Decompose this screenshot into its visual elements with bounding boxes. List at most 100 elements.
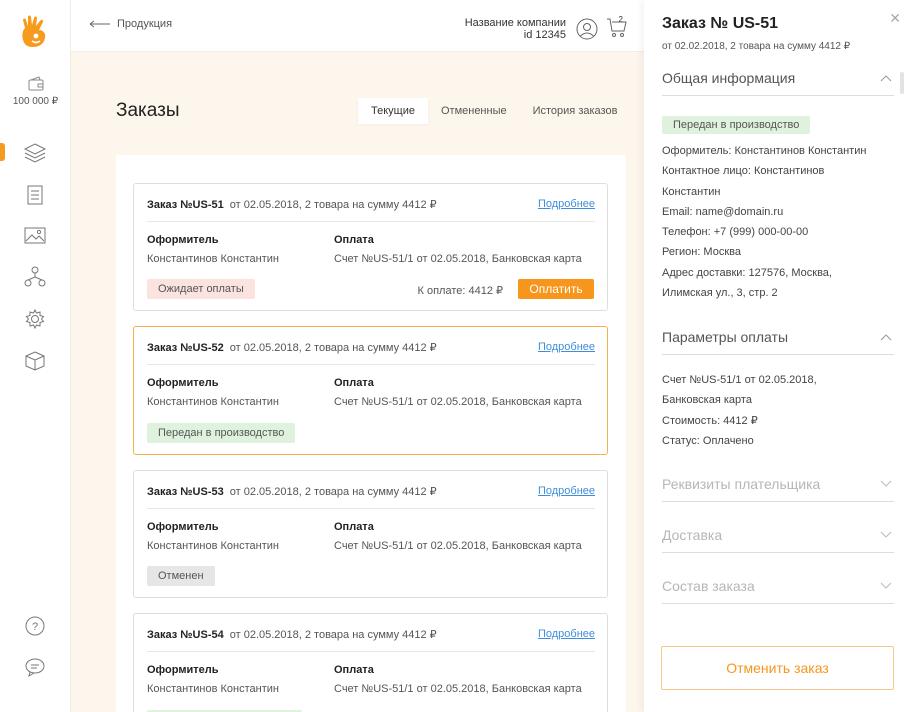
author-label: Оформитель [147,664,219,676]
cart-icon[interactable] [606,16,628,43]
chat-icon[interactable] [22,654,48,680]
author-label: Оформитель [147,234,219,246]
balance-amount: 100 000 ₽ [12,96,59,107]
cancel-order-button[interactable]: Отменить заказ [661,646,894,690]
order-card[interactable]: Заказ №US-52 от 02.05.2018, 2 товара на с… [133,326,608,455]
section-payer-details[interactable]: Реквизиты плательщика [662,474,894,502]
order-tabs: Текущие Отмененные История заказов [358,98,630,124]
author-value: Константинов Константин [147,540,279,552]
document-list-icon[interactable] [22,182,48,208]
order-meta: от 02.05.2018, 2 товара на сумму 4412 ₽ [229,486,437,498]
info-line: Email: name@domain.ru [662,205,784,218]
section-title: Состав заказа [662,578,755,594]
order-number: Заказ №US-53 [147,486,224,498]
author-value: Константинов Константин [147,683,279,695]
info-line: Статус: Оплачено [662,434,754,447]
payment-label: Оплата [334,664,374,676]
amount-to-pay: К оплате: 4412 ₽ [417,285,503,297]
order-header: Заказ №US-53 от 02.05.2018, 2 товара на с… [147,485,595,509]
section-general-info[interactable]: Общая информация [662,68,894,96]
info-line: Регион: Москва [662,246,741,259]
payment-label: Оплата [334,377,374,389]
section-title: Реквизиты плательщика [662,476,821,492]
tab-history[interactable]: История заказов [520,98,631,124]
help-icon[interactable]: ? [22,613,48,639]
author-column: Оформитель Константинов Константин [147,521,279,552]
details-link[interactable]: Подробнее [538,485,595,497]
structure-icon[interactable] [22,264,48,290]
info-line: Илимская ул., 3, стр. 2 [662,287,778,300]
back-link-label: Продукция [117,18,173,30]
close-icon[interactable]: ✕ [889,10,901,27]
author-label: Оформитель [147,377,219,389]
author-column: Оформитель Константинов Константин [147,234,279,265]
order-number: Заказ №US-52 [147,342,224,354]
orders-list: Заказ №US-51 от 02.05.2018, 2 товара на с… [116,155,626,712]
section-delivery[interactable]: Доставка [662,525,894,553]
author-column: Оформитель Константинов Константин [147,664,279,695]
payment-column: Оплата Счет №US-51/1 от 02.05.2018, Банк… [334,664,582,695]
gear-icon[interactable] [22,306,48,332]
order-header: Заказ №US-54 от 02.05.2018, 2 товара на с… [147,628,595,652]
status-badge: Передан в производство [147,423,296,443]
info-line: Константин [662,185,721,198]
panel-scrollbar[interactable] [900,72,904,94]
status-badge: Передан в производство [662,116,811,134]
sidebar: 100 000 ₽ ? [0,0,71,712]
chevron-down-icon [880,480,892,487]
tab-cancelled[interactable]: Отмененные [428,98,520,124]
order-number: Заказ №US-51 [147,199,224,211]
info-line: Оформитель: Константинов Константин [662,145,867,157]
package-box-icon[interactable] [22,348,48,374]
details-link[interactable]: Подробнее [538,628,595,640]
company-id: id 12345 [523,29,566,41]
info-line: Контактное лицо: Константинов [662,165,825,178]
chevron-down-icon [880,582,892,589]
wallet-balance[interactable]: 100 000 ₽ [0,76,71,107]
panel-footer: Отменить заказ [644,625,910,712]
order-meta: от 02.05.2018, 2 товара на сумму 4412 ₽ [229,342,437,354]
author-column: Оформитель Константинов Константин [147,377,279,408]
section-title: Общая информация [662,70,796,86]
layers-icon[interactable] [22,140,48,166]
info-line: Банковская карта [662,394,752,407]
general-info-text: Оформитель: Константинов Константин Конт… [662,141,894,303]
user-avatar-icon[interactable] [576,18,598,45]
company-name: Название компании [464,17,566,29]
arrow-left-icon [89,20,110,28]
author-value: Константинов Константин [147,396,279,408]
author-value: Константинов Константин [147,253,279,265]
payment-column: Оплата Счет №US-51/1 от 02.05.2018, Банк… [334,377,582,408]
order-card[interactable]: Заказ №US-51 от 02.05.2018, 2 товара на с… [133,183,608,311]
order-card[interactable]: Заказ №US-54 от 02.05.2018, 2 товара на с… [133,613,608,712]
details-link[interactable]: Подробнее [538,341,595,353]
top-bar: Продукция Название компании id 12345 2 [71,0,644,52]
active-nav-indicator [0,143,5,161]
payment-column: Оплата Счет №US-51/1 от 02.05.2018, Банк… [334,521,582,552]
tab-current[interactable]: Текущие [358,98,428,124]
info-line: Счет №US-51/1 от 02.05.2018, [662,374,817,386]
payment-label: Оплата [334,234,374,246]
image-gallery-icon[interactable] [22,222,48,248]
payment-value: Счет №US-51/1 от 02.05.2018, Банковская … [334,540,582,552]
panel-title: Заказ № US-51 [662,15,779,32]
order-header: Заказ №US-51 от 02.05.2018, 2 товара на с… [147,198,595,222]
back-link[interactable]: Продукция [89,18,172,30]
panel-subtitle: от 02.02.2018, 2 товара на сумму 4412 ₽ [662,41,851,52]
status-badge: Отменен [147,566,215,586]
info-line: Телефон: +7 (999) 000-00-00 [662,226,809,239]
logo-hand-icon[interactable] [17,14,53,50]
cart-count-badge: 2 [618,15,623,24]
svg-text:?: ? [32,621,38,633]
pay-button[interactable]: Оплатить [518,279,594,299]
wallet-icon [28,76,43,91]
chevron-up-icon [880,334,892,341]
section-order-contents[interactable]: Состав заказа [662,576,894,604]
order-card[interactable]: Заказ №US-53 от 02.05.2018, 2 товара на с… [133,470,608,598]
payment-column: Оплата Счет №US-51/1 от 02.05.2018, Банк… [334,234,582,265]
details-link[interactable]: Подробнее [538,198,595,210]
section-payment-params[interactable]: Параметры оплаты [662,327,894,355]
payment-value: Счет №US-51/1 от 02.05.2018, Банковская … [334,683,582,695]
status-badge: Ожидает оплаты [147,279,255,299]
company-info: Название компании id 12345 [465,17,566,41]
